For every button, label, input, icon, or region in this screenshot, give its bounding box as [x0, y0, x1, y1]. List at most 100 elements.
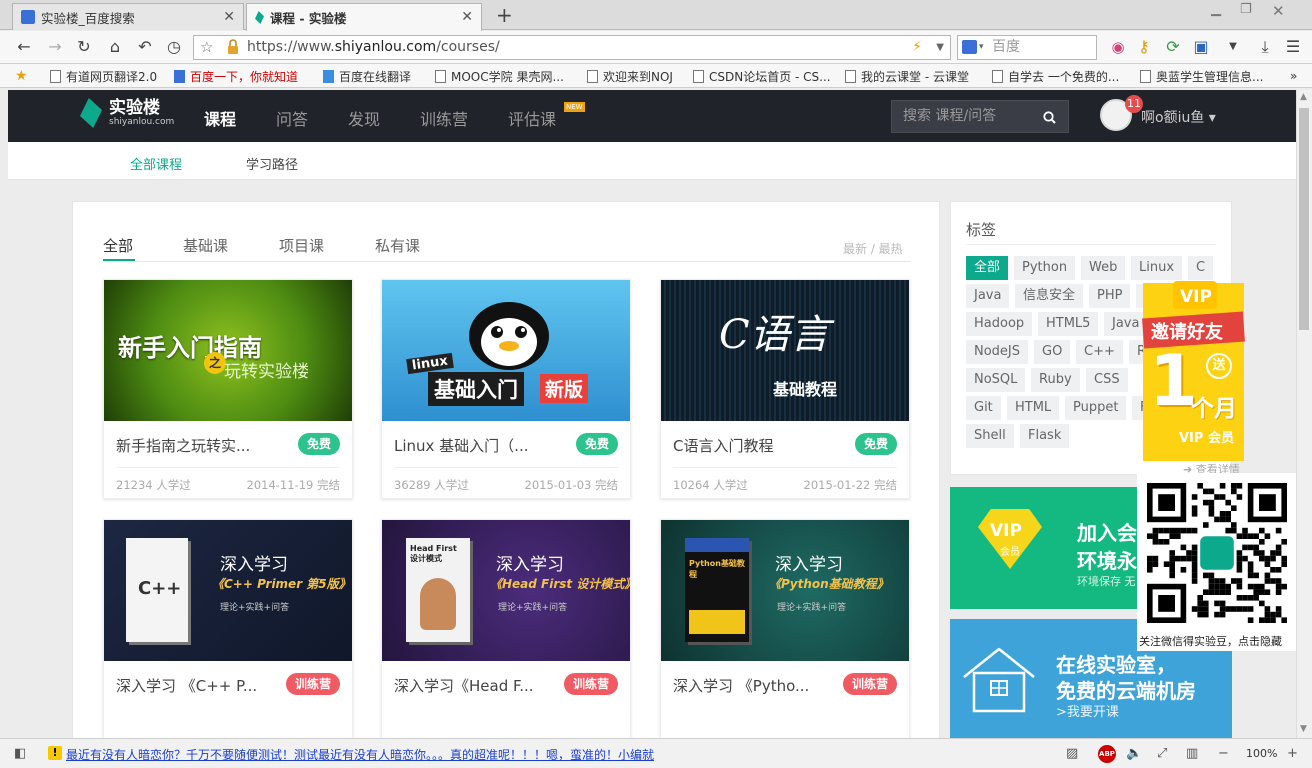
course-card[interactable]: C++ 深入学习 《C++ Primer 第5版》 理论+实践+问答 深入学习 … — [103, 519, 353, 749]
reload-icon[interactable]: ↻ — [73, 36, 95, 58]
course-title[interactable]: 新手指南之玩转实... — [116, 435, 250, 456]
restore-icon[interactable]: ❐ — [1240, 2, 1252, 17]
sidebar-toggle-icon[interactable]: ◧ — [14, 746, 26, 761]
bookmark-item[interactable]: 百度一下，你就知道 — [174, 67, 298, 85]
status-news-link[interactable]: 最近有没有人暗恋你？千万不要随便测试！测试最近有没有人暗恋你。。。真的超准呢！！… — [66, 746, 654, 763]
zoom-out-icon[interactable]: − — [1218, 746, 1229, 761]
zoom-in-icon[interactable]: + — [1287, 746, 1298, 761]
tag-chip[interactable]: Web — [1081, 256, 1126, 280]
tab-project[interactable]: 项目课 — [279, 235, 324, 256]
tag-chip[interactable]: Java — [1104, 312, 1148, 336]
chart-icon[interactable]: ▨ — [1066, 746, 1078, 761]
back-arrow-icon[interactable]: ← — [13, 36, 35, 58]
tag-chip[interactable]: Python — [1014, 256, 1076, 280]
minimize-icon[interactable]: ▁ — [1211, 2, 1221, 17]
tab-baidu-search[interactable]: 实验楼_百度搜索 ✕ — [12, 3, 244, 30]
course-title[interactable]: 深入学习《Head F... — [394, 675, 534, 696]
tag-chip[interactable]: 全部 — [966, 256, 1009, 280]
tag-chip[interactable]: CSS — [1086, 368, 1128, 392]
nav-assessment[interactable]: 评估课 — [508, 106, 556, 130]
tag-chip[interactable]: HTML5 — [1038, 312, 1099, 336]
tab-courses[interactable]: 课程 - 实验楼 ✕ — [246, 3, 482, 31]
tag-chip[interactable]: Java — [966, 284, 1010, 308]
course-card[interactable]: Head First 设计模式 深入学习 《Head First 设计模式》 理… — [381, 519, 631, 749]
site-search-input[interactable]: 搜索 课程/问答 — [891, 100, 1069, 133]
history-clock-icon[interactable]: ◷ — [163, 36, 185, 58]
user-menu[interactable]: 啊o额iu鱼 ▾ — [1141, 107, 1216, 127]
tag-chip[interactable]: Git — [966, 396, 1001, 420]
address-bar[interactable]: ☆ https://www.shiyanlou.com/courses/ ⚡ ▼ — [193, 35, 951, 60]
qr-caption[interactable]: 关注微信得实验豆，点击隐藏 — [1139, 633, 1282, 649]
scroll-down-icon[interactable]: ▼ — [1300, 724, 1307, 734]
zoom-level[interactable]: 100% — [1246, 747, 1277, 760]
bookmark-item[interactable]: CSDN论坛首页 - CS... — [693, 67, 831, 85]
course-card[interactable]: C语言 基础教程 C语言入门教程 免费 10264 人学过 2015-01-22 … — [660, 279, 910, 499]
tag-chip[interactable]: Hadoop — [966, 312, 1033, 336]
tag-chip[interactable]: Puppet — [1065, 396, 1127, 420]
tag-chip[interactable]: HTML — [1007, 396, 1060, 420]
close-icon[interactable]: ✕ — [223, 9, 235, 25]
nav-discover[interactable]: 发现 — [348, 106, 380, 130]
tag-chip[interactable]: NoSQL — [966, 368, 1026, 392]
fullscreen-icon[interactable]: ⤢ — [1157, 746, 1167, 761]
nav-courses[interactable]: 课程 — [204, 106, 236, 130]
close-icon[interactable]: ✕ — [461, 9, 473, 25]
tag-chip[interactable]: C++ — [1076, 340, 1123, 364]
scroll-up-icon[interactable]: ▲ — [1300, 92, 1307, 102]
site-logo[interactable]: 实验楼 shiyanlou.com — [80, 98, 174, 128]
adblock-icon[interactable]: ABP — [1098, 745, 1116, 763]
scrollbar-thumb[interactable] — [1299, 108, 1309, 330]
key-icon[interactable]: ⚷ — [1133, 36, 1155, 58]
chevron-down-icon[interactable]: ▾ — [979, 36, 984, 59]
tab-private[interactable]: 私有课 — [375, 235, 420, 256]
course-title[interactable]: 深入学习 《C++ P... — [116, 675, 257, 696]
subnav-all-courses[interactable]: 全部课程 — [130, 154, 182, 173]
download-icon[interactable]: ⤓ — [1254, 36, 1276, 58]
bookmark-item[interactable]: 百度在线翻译 — [323, 67, 411, 85]
home-icon[interactable]: ⌂ — [104, 36, 126, 58]
nav-qa[interactable]: 问答 — [276, 106, 308, 130]
bookmarks-overflow-icon[interactable]: » — [1290, 67, 1297, 85]
new-tab-button[interactable]: + — [496, 3, 513, 27]
bookmark-star-icon[interactable]: ☆ — [200, 36, 213, 59]
tab-all[interactable]: 全部 — [103, 235, 133, 256]
course-card[interactable]: linux 基础入门 新版 Linux 基础入门（... 免费 36289 人学… — [381, 279, 631, 499]
bookmarks-star-icon[interactable]: ★ — [15, 67, 28, 85]
speed-mode-icon[interactable]: ⚡ — [912, 36, 922, 59]
tag-chip[interactable]: C — [1188, 256, 1214, 280]
tag-chip[interactable]: NodeJS — [966, 340, 1029, 364]
tag-chip[interactable]: Shell — [966, 424, 1014, 448]
user-sync-icon[interactable]: ⟳ — [1162, 36, 1184, 58]
window-close-icon[interactable]: ✕ — [1272, 2, 1285, 20]
vip-invite-ad[interactable]: VIP 邀请好友 1 送 个月 VIP 会员 — [1142, 281, 1245, 461]
tab-basic[interactable]: 基础课 — [183, 235, 228, 256]
translate-icon[interactable]: ▣ — [1190, 36, 1212, 58]
bookmark-item[interactable]: 自学去 一个免费的... — [992, 67, 1119, 85]
nav-bootcamp[interactable]: 训练营 — [420, 106, 468, 130]
course-title[interactable]: 深入学习 《Pytho... — [673, 675, 809, 696]
chevron-down-icon[interactable]: ▼ — [1222, 36, 1244, 58]
bookmark-item[interactable]: 奥蓝学生管理信息... — [1140, 67, 1263, 85]
undo-icon[interactable]: ↶ — [134, 36, 156, 58]
tag-chip[interactable]: PHP — [1089, 284, 1131, 308]
tag-chip[interactable]: Ruby — [1031, 368, 1080, 392]
bookmark-item[interactable]: MOOC学院 果壳网... — [435, 67, 564, 85]
tag-chip[interactable]: Flask — [1020, 424, 1070, 448]
bookmark-item[interactable]: 有道网页翻译2.0 — [50, 67, 157, 85]
tag-chip[interactable]: Linux — [1131, 256, 1183, 280]
forward-arrow-icon[interactable]: → — [44, 36, 66, 58]
split-view-icon[interactable]: ▥ — [1186, 746, 1198, 761]
course-card[interactable]: Python基础教程 深入学习 《Python基础教程》 理论+实践+问答 深入… — [660, 519, 910, 749]
tag-chip[interactable]: 信息安全 — [1015, 284, 1084, 308]
subnav-learning-paths[interactable]: 学习路径 — [246, 154, 298, 173]
browser-search-field[interactable]: ▾ 百度 — [957, 35, 1097, 60]
course-title[interactable]: Linux 基础入门（... — [394, 435, 529, 456]
sort-links[interactable]: 最新 / 最热 — [843, 240, 903, 257]
bookmark-item[interactable]: 我的云课堂 - 云课堂 — [845, 67, 969, 85]
course-card[interactable]: 新手入门指南 之 玩转实验楼 新手指南之玩转实... 免费 21234 人学过 2… — [103, 279, 353, 499]
search-icon[interactable] — [1043, 101, 1056, 136]
chevron-down-icon[interactable]: ▼ — [936, 36, 944, 59]
menu-icon[interactable]: ☰ — [1282, 36, 1304, 58]
speaker-icon[interactable]: 🔈 — [1126, 746, 1142, 761]
color-wheel-icon[interactable]: ◉ — [1107, 36, 1129, 58]
